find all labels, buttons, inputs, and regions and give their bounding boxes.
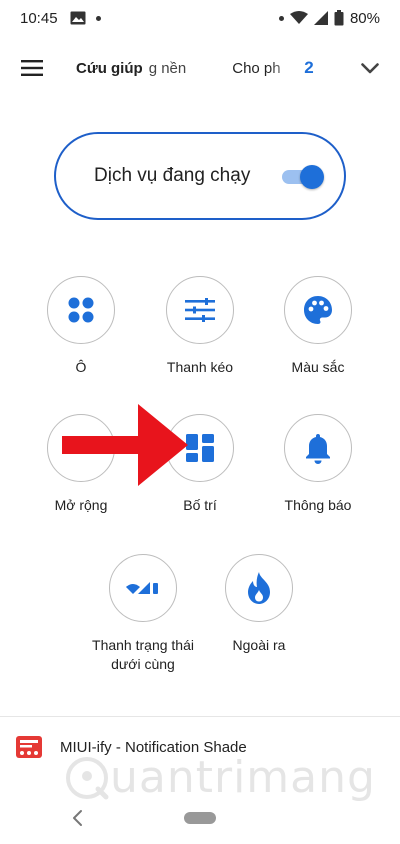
- hamburger-icon: [21, 60, 43, 76]
- tiles-icon: [68, 297, 94, 323]
- status-right: 80%: [278, 9, 380, 27]
- expand-tabs-button[interactable]: [340, 40, 400, 96]
- watermark-text: uantrimang: [110, 752, 376, 803]
- layout-icon: [186, 434, 214, 462]
- grid-item-other[interactable]: Ngoài ra: [199, 554, 319, 655]
- grid-item-notifications[interactable]: Thông báo: [258, 414, 378, 515]
- status-bar-icon: [126, 582, 158, 594]
- top-bar: Cứu giúp g nền Cho ph 2: [0, 40, 400, 96]
- tab-permissions[interactable]: Cho ph: [232, 60, 292, 77]
- grid-item-label: Ô: [75, 359, 87, 375]
- grid-item-sliders[interactable]: Thanh kéo: [140, 276, 260, 377]
- grid-item-label: Mở rộng: [54, 497, 108, 513]
- navigation-bar: [0, 800, 400, 844]
- service-running-card[interactable]: Dịch vụ đang chạy: [54, 132, 346, 220]
- watermark-logo-icon: [66, 756, 109, 799]
- notification-dot-icon: [95, 15, 101, 21]
- tiles-button[interactable]: [47, 276, 115, 344]
- service-running-label: Dịch vụ đang chạy: [94, 165, 251, 186]
- wifi-icon: [289, 11, 308, 24]
- service-toggle[interactable]: [282, 165, 324, 189]
- tab-strip: Cứu giúp g nền Cho ph 2: [64, 40, 340, 96]
- tab-count-badge: 2: [304, 58, 314, 77]
- grid-item-label: Thông báo: [284, 497, 352, 513]
- colors-button[interactable]: [284, 276, 352, 344]
- palette-icon: [304, 296, 332, 324]
- grid-item-label: Bố trí: [183, 497, 217, 513]
- grid-item-label: Ngoài ra: [232, 637, 286, 653]
- app-icon: [16, 736, 42, 758]
- chevron-down-icon: [361, 62, 379, 73]
- tab-rescue[interactable]: Cứu giúp: [76, 60, 143, 77]
- flame-icon: [248, 572, 270, 604]
- tab-background[interactable]: g nền: [149, 60, 187, 77]
- grid-item-label: Màu sắc: [291, 359, 345, 375]
- divider: [0, 716, 400, 717]
- grid-item-bottom-status-bar[interactable]: Thanh trạng thái dưới cùng: [68, 554, 218, 674]
- battery-percent: 80%: [349, 9, 380, 27]
- toggle-knob: [300, 165, 324, 189]
- signal-icon: [313, 11, 328, 25]
- notifications-button[interactable]: [284, 414, 352, 482]
- grid-item-label: Thanh kéo: [166, 359, 234, 375]
- bottom-status-bar-button[interactable]: [109, 554, 177, 622]
- status-bar: 10:45 80%: [0, 0, 400, 36]
- grid-item-label: Thanh trạng thái dưới cùng: [92, 637, 194, 672]
- sliders-button[interactable]: [166, 276, 234, 344]
- sliders-icon: [185, 298, 215, 322]
- menu-button[interactable]: [0, 40, 64, 96]
- other-button[interactable]: [225, 554, 293, 622]
- back-icon[interactable]: [68, 808, 88, 828]
- status-left-icons: [70, 11, 101, 25]
- notification-dot-icon: [278, 15, 284, 21]
- image-icon: [70, 11, 86, 25]
- watermark: uantrimang: [64, 752, 376, 803]
- grid-item-tiles[interactable]: Ô: [21, 276, 141, 377]
- arrow-pointer-icon: [62, 404, 188, 486]
- battery-icon: [334, 10, 344, 26]
- bell-icon: [306, 434, 330, 464]
- grid-item-colors[interactable]: Màu sắc: [258, 276, 378, 377]
- home-pill[interactable]: [184, 812, 216, 824]
- status-time: 10:45: [20, 9, 58, 27]
